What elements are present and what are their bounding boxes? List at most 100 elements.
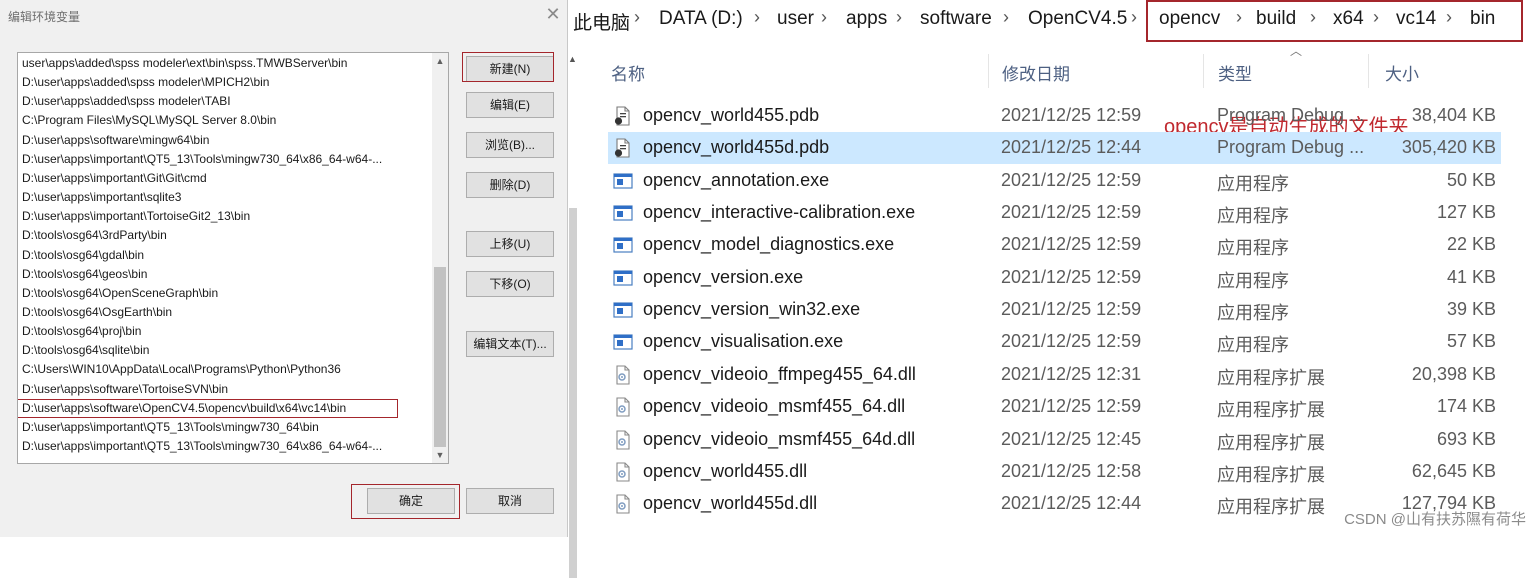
chevron-right-icon[interactable]: › — [1003, 7, 1009, 28]
file-row[interactable]: opencv_visualisation.exe 2021/12/25 12:59… — [608, 326, 1501, 358]
file-name: opencv_videoio_ffmpeg455_64.dll — [643, 363, 916, 384]
path-list-item-selected[interactable]: D:\user\apps\software\OpenCV4.5\opencv\b… — [18, 398, 398, 418]
file-row[interactable]: opencv_world455.dll 2021/12/25 12:58 应用程序扩… — [608, 456, 1501, 488]
file-name: opencv_interactive-calibration.exe — [643, 202, 916, 223]
breadcrumb-item[interactable]: OpenCV4.5 — [1028, 8, 1127, 30]
chevron-right-icon[interactable]: › — [821, 7, 827, 28]
ok-button[interactable]: 确定 — [367, 488, 455, 514]
file-size: 41 KB — [1446, 266, 1496, 287]
move-up-button[interactable]: 上移(U) — [466, 231, 554, 257]
scroll-down-arrow-icon[interactable]: ▼ — [432, 447, 448, 463]
path-list-item[interactable]: C:\Users\WIN10\AppData\Local\Programs\Py… — [22, 360, 432, 379]
file-size: 20,398 KB — [1411, 363, 1496, 384]
scroll-thumb[interactable] — [434, 267, 446, 447]
exe-file-icon — [613, 332, 633, 352]
path-list-item[interactable]: D:\user\apps\added\spss modeler\MPICH2\b… — [22, 73, 432, 92]
path-list-item[interactable]: D:\user\apps\software\TortoiseSVN\bin — [22, 380, 432, 399]
breadcrumb-item[interactable]: DATA (D:) — [659, 8, 743, 30]
path-list-item[interactable]: D:\user\apps\added\spss modeler\TABI — [22, 92, 432, 111]
file-row[interactable]: opencv_world455d.pdb 2021/12/25 12:44 Prog… — [608, 132, 1501, 165]
column-date[interactable]: 修改日期 — [1002, 60, 1070, 85]
path-list-item[interactable]: user\apps\added\spss modeler\ext\bin\sps… — [22, 54, 432, 73]
file-name: opencv_videoio_msmf455_64d.dll — [643, 428, 916, 449]
file-date: 2021/12/25 12:59 — [1001, 299, 1142, 320]
file-row[interactable]: opencv_videoio_ffmpeg455_64.dll 2021/12/2… — [608, 359, 1501, 391]
path-list-item[interactable]: D:\tools\osg64\OpenSceneGraph\bin — [22, 284, 432, 303]
file-row[interactable]: opencv_videoio_msmf455_64d.dll 2021/12/25… — [608, 424, 1501, 456]
edit-button[interactable]: 编辑(E) — [466, 92, 554, 118]
path-list-scrollbar[interactable]: ▲ ▼ — [432, 53, 448, 463]
file-date: 2021/12/25 12:59 — [1001, 266, 1142, 287]
scroll-thumb[interactable] — [569, 208, 577, 578]
file-type: 应用程序扩展 — [1217, 367, 1325, 388]
column-divider[interactable] — [1203, 54, 1204, 88]
file-date: 2021/12/25 12:59 — [1001, 234, 1142, 255]
file-name: opencv_world455.dll — [643, 460, 808, 481]
column-size[interactable]: 大小 — [1385, 60, 1419, 85]
file-row[interactable]: opencv_version_win32.exe 2021/12/25 12:59… — [608, 294, 1501, 326]
path-list-item[interactable]: D:\user\apps\important\QT5_13\Tools\ming… — [22, 437, 432, 456]
chevron-right-icon[interactable]: › — [1131, 7, 1137, 28]
new-button[interactable]: 新建(N) — [466, 56, 554, 82]
column-divider[interactable] — [1368, 54, 1369, 88]
dialog-edge-scrollbar[interactable]: ▲ — [568, 40, 578, 578]
path-list-item[interactable]: D:\user\apps\important\Git\Git\cmd — [22, 169, 432, 188]
scroll-up-arrow-icon[interactable]: ▲ — [432, 53, 448, 69]
path-list-item[interactable]: D:\user\apps\important\QT5_13\Tools\ming… — [22, 150, 432, 169]
file-date: 2021/12/25 12:58 — [1001, 460, 1142, 481]
file-row[interactable]: opencv_version.exe 2021/12/25 12:59 应用程序 41… — [608, 262, 1501, 294]
browse-button[interactable]: 浏览(B)... — [466, 132, 554, 158]
path-list-item[interactable]: D:\tools\osg64\proj\bin — [22, 322, 432, 341]
breadcrumb-item[interactable]: apps — [846, 8, 887, 30]
path-list-item[interactable]: D:\tools\osg64\sqlite\bin — [22, 341, 432, 360]
file-type: 应用程序 — [1217, 206, 1289, 227]
file-size: 127 KB — [1436, 202, 1496, 223]
column-name[interactable]: 名称 — [611, 60, 645, 85]
path-list-item[interactable]: D:\user\apps\important\sqlite3 — [22, 188, 432, 207]
file-type: 应用程序扩展 — [1217, 464, 1325, 485]
breadcrumb-highlight — [1146, 0, 1523, 42]
file-size: 693 KB — [1436, 428, 1496, 449]
path-list-item[interactable]: D:\tools\osg64\3rdParty\bin — [22, 226, 432, 245]
file-size: 39 KB — [1446, 299, 1496, 320]
file-size: 305,420 KB — [1401, 137, 1496, 158]
column-type[interactable]: 类型 — [1218, 60, 1252, 85]
file-date: 2021/12/25 12:44 — [1001, 137, 1142, 158]
file-row[interactable]: opencv_videoio_msmf455_64.dll 2021/12/25 … — [608, 391, 1501, 423]
path-list[interactable]: user\apps\added\spss modeler\ext\bin\sps… — [17, 52, 449, 464]
path-list-item[interactable]: D:\user\apps\software\mingw64\bin — [22, 131, 432, 150]
breadcrumb-item[interactable]: 此电脑 — [573, 8, 630, 35]
file-type: 应用程序 — [1217, 335, 1289, 356]
file-date: 2021/12/25 12:59 — [1001, 105, 1142, 125]
scroll-up-arrow-icon[interactable]: ▲ — [568, 54, 577, 64]
delete-button[interactable]: 删除(D) — [466, 172, 554, 198]
file-row[interactable]: opencv_interactive-calibration.exe 2021/1… — [608, 197, 1501, 229]
file-name: opencv_version_win32.exe — [643, 299, 861, 320]
file-type: 应用程序 — [1217, 238, 1289, 259]
chevron-right-icon[interactable]: › — [754, 7, 760, 28]
breadcrumb-item[interactable]: software — [920, 8, 992, 30]
path-list-item[interactable]: D:\user\apps\important\QT5_13\Tools\ming… — [22, 418, 432, 437]
file-date: 2021/12/25 12:59 — [1001, 169, 1142, 190]
file-explorer: 此电脑 › DATA (D:) › user › apps › software › OpenCV4… — [573, 0, 1540, 537]
pdb-file-icon — [613, 138, 633, 158]
column-divider[interactable] — [988, 54, 989, 88]
path-list-item[interactable]: D:\tools\osg64\gdal\bin — [22, 246, 432, 265]
path-list-item[interactable]: D:\tools\osg64\geos\bin — [22, 265, 432, 284]
file-type: 应用程序扩展 — [1217, 497, 1325, 518]
close-icon[interactable]: ✕ — [543, 3, 563, 25]
path-list-item[interactable]: C:\Program Files\MySQL\MySQL Server 8.0\… — [22, 111, 432, 130]
move-down-button[interactable]: 下移(O) — [466, 271, 554, 297]
path-list-item[interactable]: D:\user\apps\important\TortoiseGit2_13\b… — [22, 207, 432, 226]
chevron-right-icon[interactable]: › — [634, 7, 640, 28]
file-row[interactable]: opencv_annotation.exe 2021/12/25 12:59 应用程… — [608, 165, 1501, 197]
exe-file-icon — [613, 203, 633, 223]
edit-text-button[interactable]: 编辑文本(T)... — [466, 331, 554, 357]
path-list-item[interactable]: D:\tools\osg64\OsgEarth\bin — [22, 303, 432, 322]
file-row[interactable]: opencv_model_diagnostics.exe 2021/12/25 1… — [608, 229, 1501, 261]
cancel-button[interactable]: 取消 — [466, 488, 554, 514]
dll-file-icon — [613, 365, 633, 385]
chevron-right-icon[interactable]: › — [896, 7, 902, 28]
breadcrumb-item[interactable]: user — [777, 8, 814, 30]
file-row[interactable]: opencv_world455.pdb 2021/12/25 12:59 Progr… — [608, 100, 1501, 132]
